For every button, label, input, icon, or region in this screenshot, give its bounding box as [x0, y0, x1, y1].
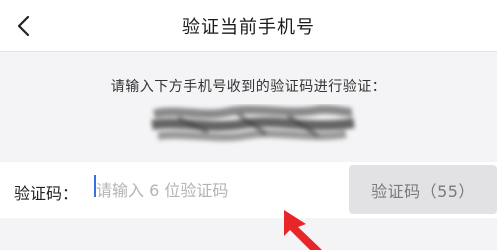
top-nav-bar: 验证当前手机号	[0, 0, 497, 52]
red-arrow-pointer-icon	[284, 210, 322, 250]
verification-code-input[interactable]	[93, 174, 343, 206]
redacted-phone-number	[151, 105, 355, 142]
resend-code-button[interactable]: 验证码（55）	[349, 165, 497, 214]
text-caret	[94, 175, 96, 197]
page-title: 验证当前手机号	[182, 17, 315, 38]
verification-code-label: 验证码：	[14, 184, 79, 203]
instruction-text: 请输入下方手机号收到的验证码进行验证：	[110, 79, 387, 95]
